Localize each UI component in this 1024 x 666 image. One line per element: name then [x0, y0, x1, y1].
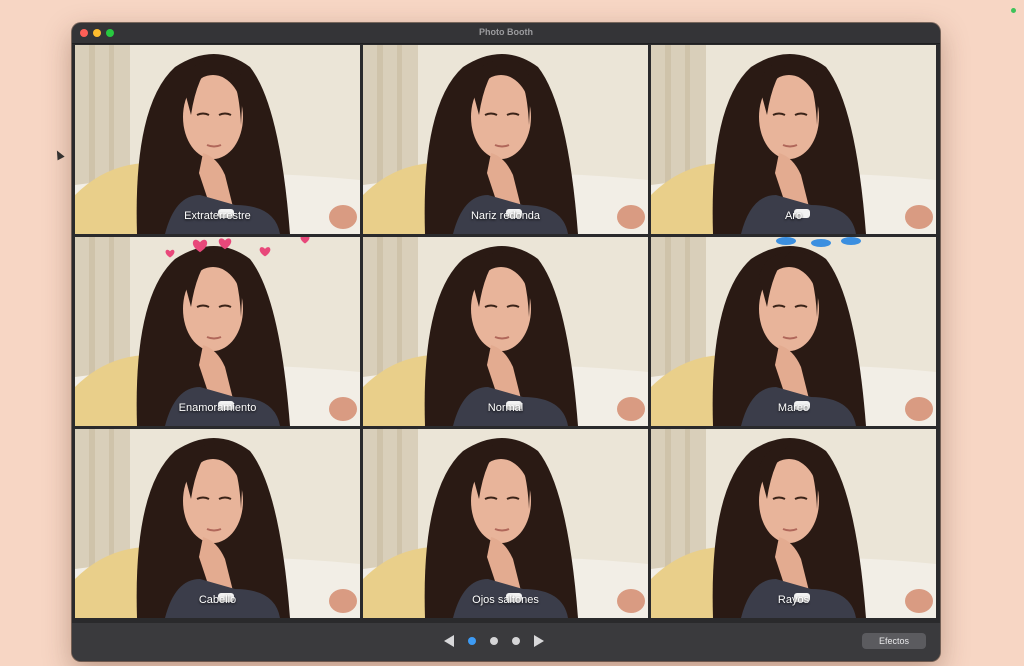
effect-label: Normal: [487, 402, 524, 414]
effect-tile[interactable]: Extraterrestre: [75, 45, 360, 234]
effects-grid: Extraterrestre Nariz redonda Aro Enamoramie…: [75, 45, 936, 618]
effect-label: Rayos: [777, 594, 810, 606]
window-title: Photo Booth: [479, 27, 533, 37]
effect-tile[interactable]: Cabello: [75, 429, 360, 618]
effect-tile[interactable]: Mareo: [651, 237, 936, 426]
effect-label: Cabello: [198, 594, 237, 606]
page-dot-2[interactable]: [490, 637, 498, 645]
camera-preview-image: [651, 45, 936, 234]
camera-preview-image: [651, 429, 936, 618]
camera-preview-image: [363, 45, 648, 234]
effect-label: Extraterrestre: [184, 210, 251, 222]
camera-preview-image: [363, 429, 648, 618]
camera-preview-image: [651, 237, 936, 426]
effect-label: Mareo: [777, 402, 810, 414]
title-bar[interactable]: Photo Booth: [72, 23, 940, 44]
effects-pager: [444, 632, 544, 650]
effect-tile[interactable]: Nariz redonda: [363, 45, 648, 234]
camera-preview-image: [75, 237, 360, 426]
page-dot-3[interactable]: [512, 637, 520, 645]
next-page-arrow-icon[interactable]: [534, 635, 544, 647]
effect-tile[interactable]: Enamoramiento: [75, 237, 360, 426]
effects-button[interactable]: Efectos: [862, 633, 926, 649]
photo-booth-window: Photo Booth Extraterrestre Nariz redonda A…: [72, 23, 940, 661]
effect-label: Ojos saltones: [472, 594, 539, 606]
camera-preview-image: [75, 45, 360, 234]
camera-preview-image: [75, 429, 360, 618]
mouse-cursor-icon: [53, 148, 65, 161]
previous-page-arrow-icon[interactable]: [444, 635, 454, 647]
effect-label: Enamoramiento: [178, 402, 257, 414]
effect-label: Nariz redonda: [470, 210, 541, 222]
effect-label: Aro: [784, 210, 803, 222]
page-dot-1[interactable]: [468, 637, 476, 645]
effect-tile[interactable]: Aro: [651, 45, 936, 234]
desktop-status-dot: [1011, 8, 1016, 13]
effect-tile[interactable]: Ojos saltones: [363, 429, 648, 618]
bottom-toolbar: Efectos: [72, 623, 940, 661]
camera-preview-image: [363, 237, 648, 426]
effect-tile[interactable]: Rayos: [651, 429, 936, 618]
effect-tile[interactable]: Normal: [363, 237, 648, 426]
